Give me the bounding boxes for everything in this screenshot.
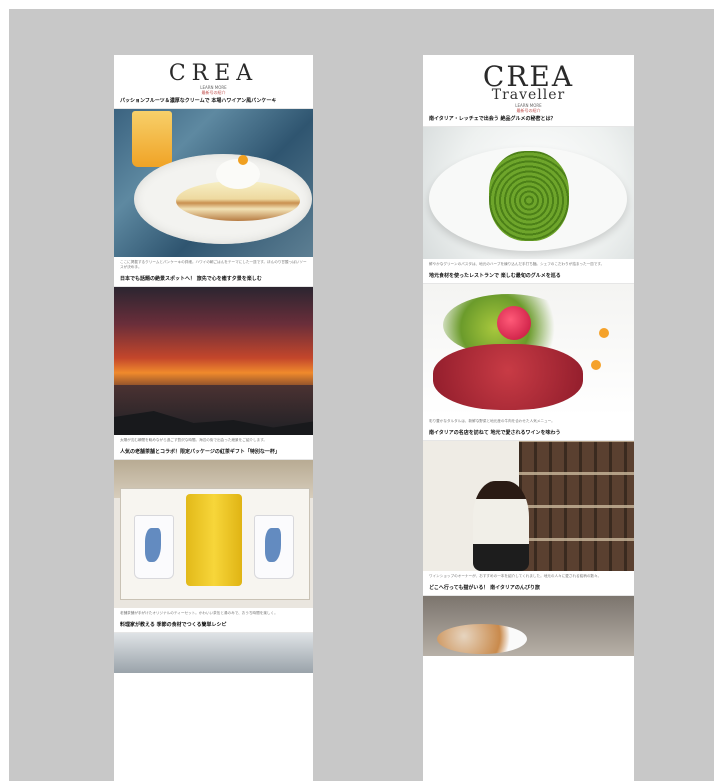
crea-logo-block[interactable]: CREA LEARN MORE 最新号の紹介 [114,55,313,96]
article-headline-4[interactable]: どこへ行っても猫がいる！ 南イタリアのんびり旅 [423,582,634,596]
crea-traveller-logo-block[interactable]: CREA Traveller LEARN MORE 最新号の紹介 [423,55,634,114]
whipped-cream [216,159,260,189]
tea-cup-right [254,515,294,579]
shop-owner [473,481,529,571]
cat-image[interactable] [423,596,634,656]
wine-shelf [519,441,634,571]
article-caption-2: 太陽が沈む瞬間を眺めながら過ごす贅沢な時間。海辺の街で出会った絶景をご紹介します… [120,438,268,442]
sauce-dot [591,360,601,370]
sauce-dot [599,328,609,338]
article-caption-3: 老舗茶舗が手がけたオリジナルのティーセット。かわいい茶缶と湯のみで、おうち時間を… [120,611,278,615]
pasta-nest [489,151,569,241]
crea-logo[interactable]: CREA [114,55,313,85]
article-caption-1: ここに掲載するクリームとパンケーキの詳細。ハワイの朝ごはんをテーマにした一皿です… [120,260,307,269]
article-headline-3[interactable]: 南イタリアの名店を訪ねて 地元で愛されるワインを味わう [423,427,634,441]
mango-topping [238,155,248,165]
article-headline-3[interactable]: 人気の老舗茶舗とコラボ！限定パッケージの紅茶ギフト「特別な一杯」 [114,446,313,460]
pancake-image[interactable] [114,109,313,257]
beef-tartare [433,344,583,410]
traveller-wordmark: Traveller [491,87,566,103]
page-background: CREA LEARN MORE 最新号の紹介 パッションフルーツ＆濃厚なクリーム… [9,9,714,781]
sunset-image[interactable] [114,287,313,435]
article-caption-2: 彩り豊かなタルタルは、新鮮な野菜と地元産の牛肉を合わせた人気メニュー。 [429,419,555,423]
sleeping-cat [437,624,527,654]
article-caption-1: 鮮やかなグリーンのパスタは、地元のハーブを練り込んだ手打ち麺。シェフのこだわりが… [429,262,605,266]
juice-glass [132,111,172,167]
tea-gift-image[interactable] [114,460,313,608]
tea-can [186,494,242,586]
tea-cup-left [134,515,174,579]
article-headline-1[interactable]: 南イタリア・レッチェで出会う 絶品グルメの秘密とは？ [423,113,634,127]
article-caption-3: ワインショップのオーナーが、おすすめの一本を紹介してくれました。地元の人々に愛さ… [429,574,602,578]
article-headline-2[interactable]: 地元食材を使ったレストランで 楽しむ最旬のグルメを巡る [423,270,634,284]
crea-magazine-column[interactable]: CREA LEARN MORE 最新号の紹介 パッションフルーツ＆濃厚なクリーム… [114,55,313,781]
article-headline-4[interactable]: 料理家が教える 季節の食材でつくる簡単レシピ [114,619,313,633]
article-headline-2[interactable]: 日本でも話題の絶景スポットへ！ 旅先で心を癒す夕景を楽しむ [114,273,313,287]
cooking-image[interactable] [114,633,313,673]
crea-traveller-logo[interactable]: CREA [423,55,634,91]
article-headline-1[interactable]: パッションフルーツ＆濃厚なクリームで 本場ハワイアン風パンケーキ [114,95,313,109]
wine-shop-image[interactable] [423,441,634,571]
tartare-image[interactable] [423,284,634,416]
crea-traveller-column[interactable]: CREA Traveller LEARN MORE 最新号の紹介 南イタリア・レ… [423,55,634,781]
green-pasta-image[interactable] [423,127,634,259]
radish-garnish [497,306,531,340]
